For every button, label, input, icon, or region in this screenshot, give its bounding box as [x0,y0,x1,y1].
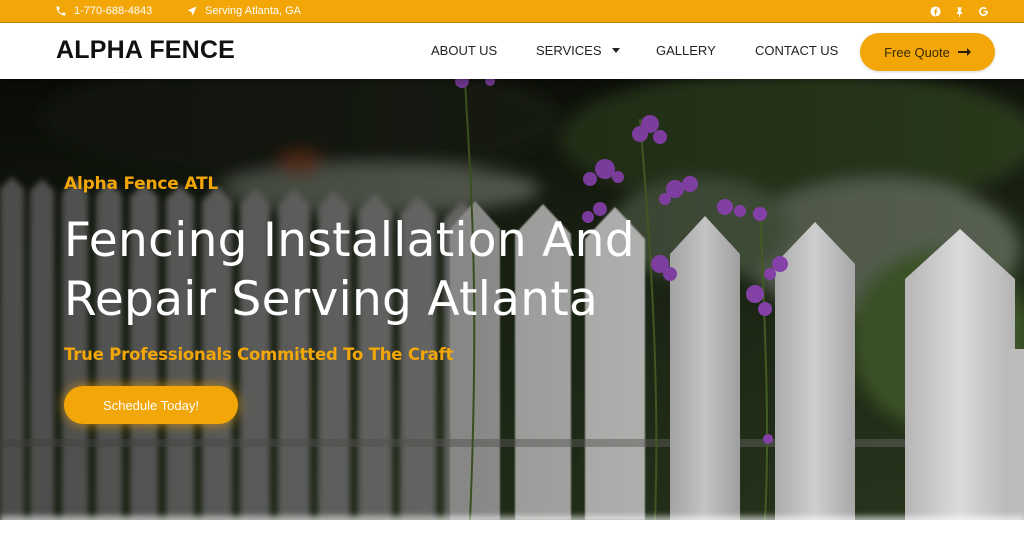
caret-down-icon [611,48,620,53]
site-header: ALPHA FENCE ABOUT US SERVICES GALLERY CO… [0,23,1024,79]
site-logo[interactable]: ALPHA FENCE [56,36,235,65]
hero-headline-line2: Repair Serving Atlanta [64,272,599,327]
phone-icon [55,5,67,17]
free-quote-button[interactable]: Free Quote [860,33,995,71]
nav-services[interactable]: SERVICES [536,43,620,58]
google-icon[interactable] [977,5,990,18]
hero-headline: Fencing Installation And Repair Serving … [64,211,704,329]
nav-about-us[interactable]: ABOUT US [431,43,497,58]
free-quote-label: Free Quote [884,44,950,60]
nav-gallery[interactable]: GALLERY [656,43,716,58]
location-info: Serving Atlanta, GA [186,5,301,17]
phone-link[interactable]: 1-770-688-4843 [55,5,152,17]
hero-section: Alpha Fence ATL Fencing Installation And… [0,79,1024,520]
hero-tagline: True Professionals Committed To The Craf… [64,345,454,364]
nav-services-label: SERVICES [536,43,602,58]
location-text: Serving Atlanta, GA [205,5,301,17]
arrow-right-icon [957,45,971,60]
page-bottom-strip [0,520,1024,534]
social-links [929,5,990,18]
location-arrow-icon [186,5,198,17]
phone-number: 1-770-688-4843 [74,5,153,17]
pin-icon[interactable] [953,5,966,18]
hero-eyebrow: Alpha Fence ATL [64,174,218,194]
hero-headline-line1: Fencing Installation And [64,213,635,268]
schedule-today-button[interactable]: Schedule Today! [64,386,238,424]
facebook-icon[interactable] [929,5,942,18]
nav-contact-us[interactable]: CONTACT US [755,43,838,58]
top-bar: 1-770-688-4843 Serving Atlanta, GA [0,0,1024,23]
